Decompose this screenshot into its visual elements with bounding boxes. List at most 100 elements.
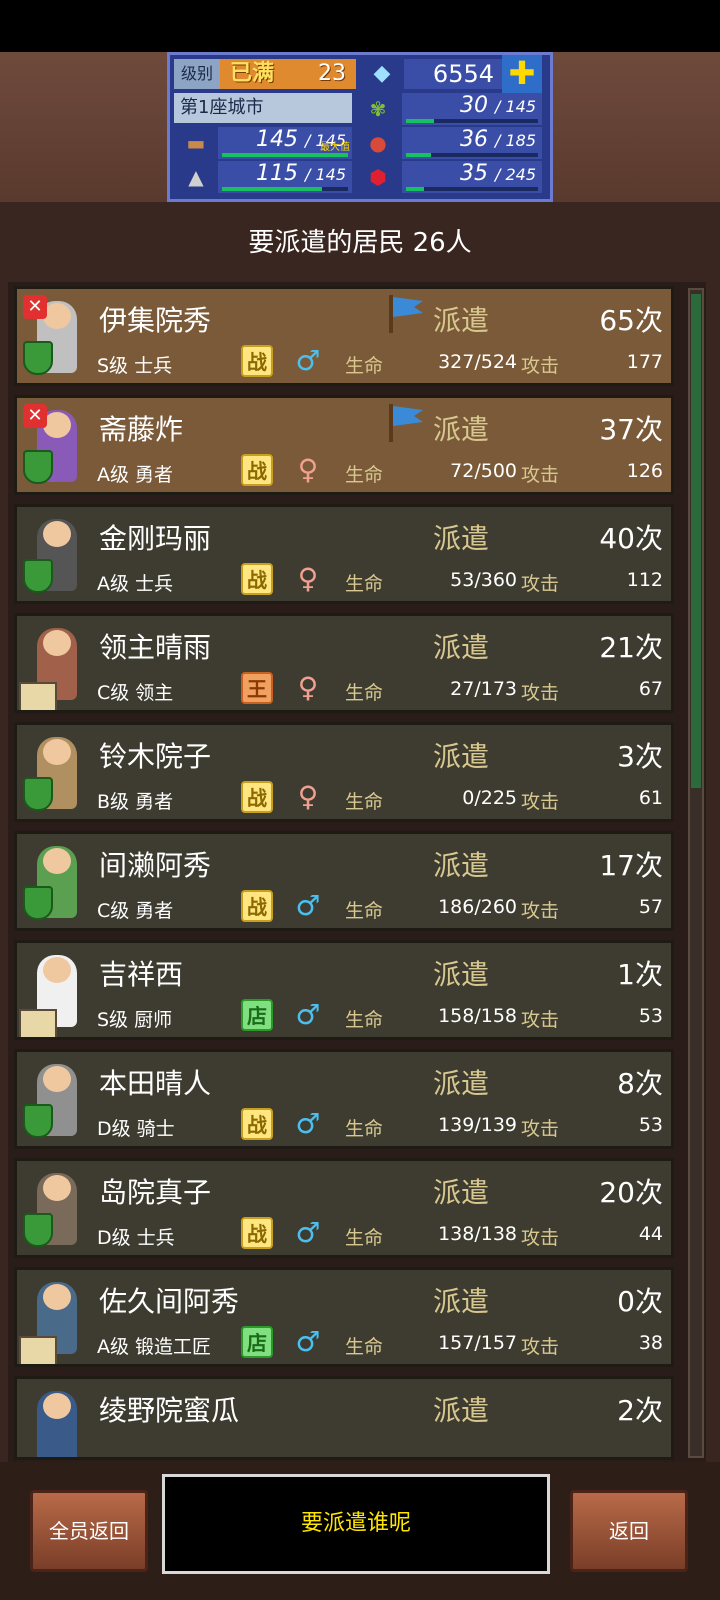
- attack-label: 攻击: [521, 464, 560, 486]
- ruby-value: 35 / 245: [402, 161, 542, 193]
- dispatch-label[interactable]: 派遣: [433, 1280, 489, 1320]
- resident-row[interactable]: 吉祥西 派遣 1次 S级 厨师 店 ♂ 生命 158/158 攻击 53: [14, 940, 674, 1040]
- resident-row[interactable]: 岛院真子 派遣 20次 D级 士兵 战 ♂ 生命 138/138 攻击 44: [14, 1158, 674, 1258]
- attack-value: 126: [626, 460, 663, 482]
- attack-value: 53: [638, 1005, 663, 1027]
- resident-row[interactable]: ✕ 斋藤炸 派遣 37次 A级 勇者 战 ♀ 生命 72/500 攻击 126: [14, 395, 674, 495]
- dispatch-label[interactable]: 派遣: [433, 517, 489, 557]
- attack-label: 攻击: [521, 1118, 560, 1140]
- level-max-label: 已满: [220, 59, 284, 89]
- resident-row[interactable]: 铃木院子 派遣 3次 B级 勇者 战 ♀ 生命 0/225 攻击 61: [14, 722, 674, 822]
- male-icon: ♂: [295, 1216, 321, 1249]
- hp-value: 139/139: [438, 1114, 517, 1136]
- attack-label: 攻击: [521, 682, 560, 704]
- resident-portrait: [19, 947, 91, 1037]
- resident-row[interactable]: 绫野院蜜瓜 派遣 2次: [14, 1376, 674, 1460]
- male-icon: ♂: [295, 344, 321, 377]
- resident-rank: A级 锻造工匠: [97, 1336, 212, 1358]
- food-value: 36 / 185: [402, 127, 542, 159]
- recall-x-icon[interactable]: ✕: [23, 295, 47, 319]
- job-badge-icon: 战: [241, 563, 273, 595]
- ruby-icon: ⬢: [369, 165, 387, 189]
- resident-portrait: ✕: [19, 293, 91, 383]
- resident-name: 岛院真子: [99, 1176, 212, 1209]
- resident-row[interactable]: ✕ 伊集院秀 派遣 65次 S级 士兵 战 ♂ 生命 327/524 攻击 177: [14, 286, 674, 386]
- hp-value: 138/138: [438, 1223, 517, 1245]
- house-icon: [19, 1009, 57, 1037]
- hp-label: 生命: [345, 1336, 384, 1358]
- food-current: 36: [459, 127, 488, 152]
- attack-label: 攻击: [521, 355, 560, 377]
- dispatch-label[interactable]: 派遣: [433, 626, 489, 666]
- hp-value: 53/360: [450, 569, 517, 591]
- prompt-box: 要派遣谁呢: [162, 1474, 550, 1574]
- hp-label: 生命: [345, 573, 384, 595]
- grass-current: 30: [459, 93, 488, 118]
- grass-max: 145: [505, 97, 536, 116]
- attack-value: 67: [638, 678, 663, 700]
- dispatched-flag-icon: [387, 293, 427, 333]
- resident-row[interactable]: 领主晴雨 派遣 21次 C级 领主 王 ♀ 生命 27/173 攻击 67: [14, 613, 674, 713]
- resident-portrait: [19, 620, 91, 710]
- female-icon: ♀: [297, 453, 319, 486]
- recall-x-icon[interactable]: ✕: [23, 404, 47, 428]
- resident-rank: D级 士兵: [97, 1227, 175, 1249]
- level-value: 23: [284, 59, 356, 89]
- hp-label: 生命: [345, 900, 384, 922]
- dispatch-count: 2次: [617, 1394, 663, 1427]
- resident-rank: B级 勇者: [97, 791, 174, 813]
- hp-label: 生命: [345, 1009, 384, 1031]
- dispatched-flag-icon: [387, 402, 427, 442]
- resident-name: 吉祥西: [99, 958, 184, 991]
- dispatch-label[interactable]: 派遣: [433, 1389, 489, 1429]
- male-icon: ♂: [295, 889, 321, 922]
- attack-value: 112: [626, 569, 663, 591]
- hp-label: 生命: [345, 464, 384, 486]
- scrollbar-thumb[interactable]: [691, 294, 701, 788]
- resident-rank: C级 勇者: [97, 900, 174, 922]
- recall-all-button[interactable]: 全员返回: [30, 1490, 148, 1572]
- resident-rank: S级 士兵: [97, 355, 173, 377]
- city-name: 第1座城市: [174, 93, 352, 123]
- dispatch-label[interactable]: 派遣: [433, 1171, 489, 1211]
- resident-row[interactable]: 本田晴人 派遣 8次 D级 骑士 战 ♂ 生命 139/139 攻击 53: [14, 1049, 674, 1149]
- job-badge-icon: 王: [241, 672, 273, 704]
- job-badge-icon: 战: [241, 781, 273, 813]
- resident-row[interactable]: 间濑阿秀 派遣 17次 C级 勇者 战 ♂ 生命 186/260 攻击 57: [14, 831, 674, 931]
- resident-portrait: [19, 1383, 91, 1457]
- resident-name: 领主晴雨: [99, 631, 212, 664]
- dispatch-label[interactable]: 派遣: [433, 844, 489, 884]
- gem-count: 6554: [404, 59, 502, 89]
- dispatch-label[interactable]: 派遣: [433, 1062, 489, 1102]
- shield-icon: [23, 1213, 53, 1247]
- hp-value: 186/260: [438, 896, 517, 918]
- job-badge-icon: 店: [241, 1326, 273, 1358]
- ruby-max: 245: [505, 165, 536, 184]
- wood-current: 145: [255, 127, 298, 152]
- attack-value: 177: [626, 351, 663, 373]
- add-gems-button[interactable]: ✚: [502, 55, 542, 93]
- dispatch-label[interactable]: 派遣: [433, 953, 489, 993]
- stone-icon: ▲: [188, 165, 204, 189]
- dispatch-count: 21次: [599, 631, 663, 664]
- dispatch-label[interactable]: 派遣: [433, 408, 489, 448]
- stone-current: 115: [255, 161, 298, 186]
- attack-value: 57: [638, 896, 663, 918]
- resident-row[interactable]: 金刚玛丽 派遣 40次 A级 士兵 战 ♀ 生命 53/360 攻击 112: [14, 504, 674, 604]
- dispatch-label[interactable]: 派遣: [433, 299, 489, 339]
- shield-icon: [23, 886, 53, 920]
- resident-name: 本田晴人: [99, 1067, 212, 1100]
- dispatch-count: 1次: [617, 958, 663, 991]
- grass-value: 30 / 145: [402, 93, 542, 125]
- attack-value: 53: [638, 1114, 663, 1136]
- resident-rank: A级 勇者: [97, 464, 174, 486]
- job-badge-icon: 战: [241, 345, 273, 377]
- dispatch-label[interactable]: 派遣: [433, 735, 489, 775]
- job-badge-icon: 战: [241, 890, 273, 922]
- shield-icon: [23, 450, 53, 484]
- male-icon: ♂: [295, 1325, 321, 1358]
- back-button[interactable]: 返回: [570, 1490, 688, 1572]
- resident-row[interactable]: 佐久间阿秀 派遣 0次 A级 锻造工匠 店 ♂ 生命 157/157 攻击 38: [14, 1267, 674, 1367]
- shield-icon: [23, 559, 53, 593]
- resident-portrait: [19, 1165, 91, 1255]
